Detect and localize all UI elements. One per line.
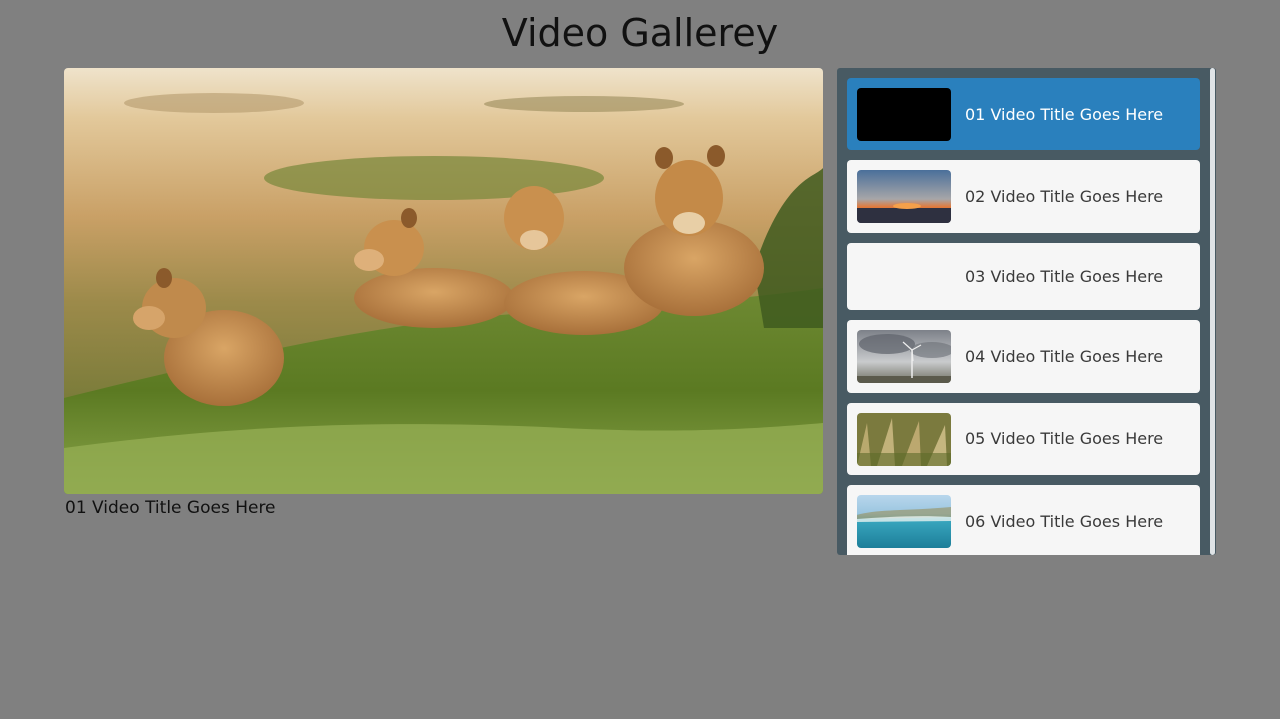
playlist-item-05[interactable]: 05 Video Title Goes Here — [847, 403, 1200, 475]
playlist-thumbnail — [857, 330, 951, 383]
playlist-item-label: 02 Video Title Goes Here — [965, 187, 1164, 206]
main-video-frame — [64, 68, 823, 494]
playlist-item-06[interactable]: 06 Video Title Goes Here — [847, 485, 1200, 555]
playlist-item-03[interactable]: 03 Video Title Goes Here — [847, 243, 1200, 310]
playlist-thumbnail — [857, 88, 951, 141]
playlist-item-04[interactable]: 04 Video Title Goes Here — [847, 320, 1200, 393]
playlist-item-label: 03 Video Title Goes Here — [965, 267, 1164, 286]
playlist-thumbnail — [857, 495, 951, 548]
scrollbar-thumb[interactable] — [1210, 68, 1215, 555]
playlist-item-label: 01 Video Title Goes Here — [965, 105, 1164, 124]
playlist-panel[interactable]: 01 Video Title Goes Here 02 Video Title … — [837, 68, 1216, 555]
playlist-item-02[interactable]: 02 Video Title Goes Here — [847, 160, 1200, 233]
page-title: Video Gallerey — [501, 11, 779, 55]
playlist-scrollbar[interactable] — [1210, 68, 1216, 555]
playlist-thumbnail — [857, 413, 951, 466]
main-video-title: 01 Video Title Goes Here — [65, 498, 276, 518]
main-video-player[interactable] — [64, 68, 823, 494]
playlist-item-label: 06 Video Title Goes Here — [965, 512, 1164, 531]
playlist-item-01[interactable]: 01 Video Title Goes Here — [847, 78, 1200, 150]
playlist-thumbnail — [857, 170, 951, 223]
playlist-item-label: 04 Video Title Goes Here — [965, 347, 1164, 366]
playlist-item-label: 05 Video Title Goes Here — [965, 429, 1164, 448]
